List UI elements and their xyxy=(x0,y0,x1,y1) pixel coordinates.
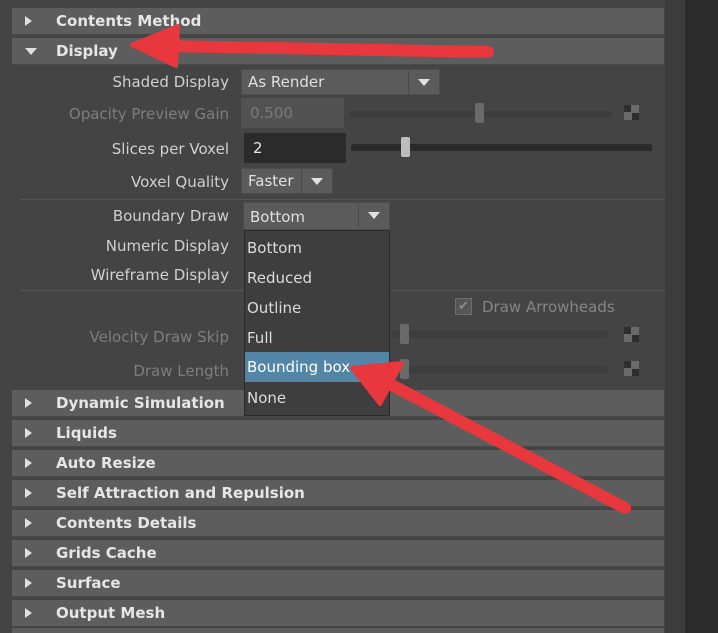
attribute-editor-panel: Contents Method Display Shaded Display A… xyxy=(0,0,718,633)
annotation-arrow-display xyxy=(130,24,494,68)
annotation-arrows xyxy=(130,24,631,514)
annotation-arrow-bounding-box xyxy=(350,361,631,514)
